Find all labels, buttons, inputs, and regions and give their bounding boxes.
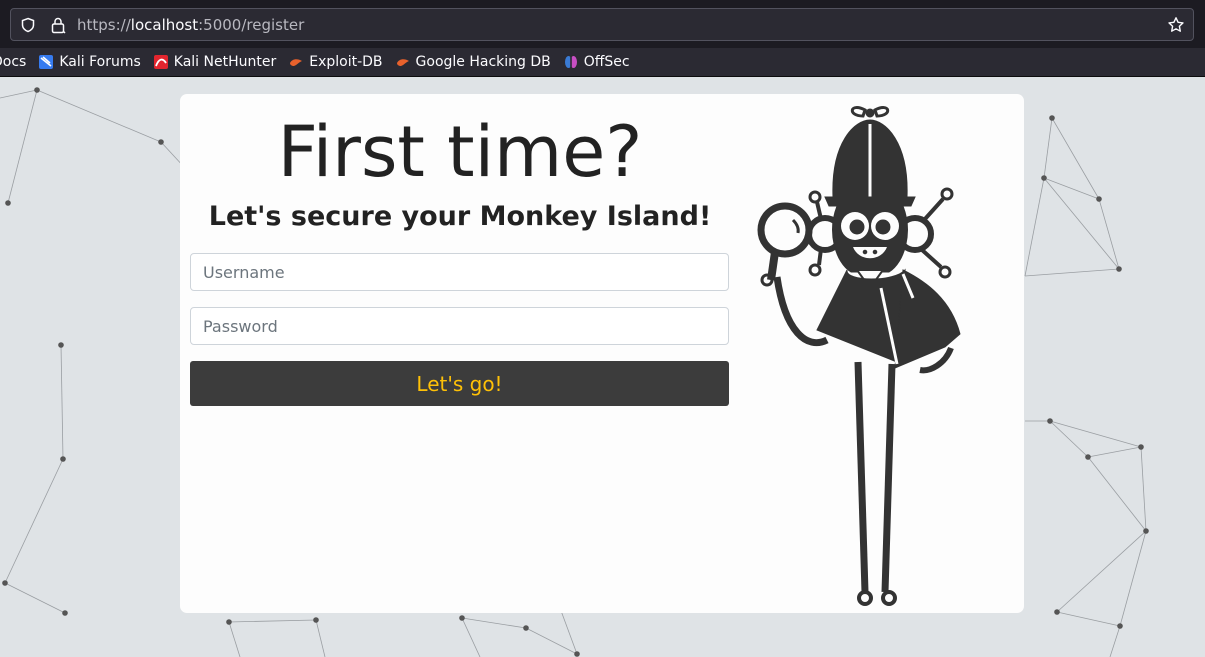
kali-forums-icon: [38, 54, 54, 70]
bookmark-label: Google Hacking DB: [415, 54, 551, 70]
bookmark-offsec[interactable]: OffSec: [557, 50, 636, 74]
page-viewport: First time? Let's secure your Monkey Isl…: [0, 78, 1205, 657]
bookmark-google-hacking-db[interactable]: Google Hacking DB: [389, 50, 557, 74]
bookmark-kali-nethunter[interactable]: Kali NetHunter: [147, 50, 282, 74]
register-card: First time? Let's secure your Monkey Isl…: [180, 94, 1024, 613]
bookmark-label: Exploit-DB: [309, 54, 383, 70]
kali-nethunter-icon: [153, 54, 169, 70]
bookmark-exploit-db[interactable]: Exploit-DB: [282, 50, 388, 74]
url-prefix: https://: [77, 15, 131, 34]
bookmark-kali-forums[interactable]: Kali Forums: [32, 50, 146, 74]
username-input[interactable]: [190, 253, 729, 291]
offsec-icon: [563, 54, 579, 70]
page-subtitle: Let's secure your Monkey Island!: [208, 201, 712, 232]
google-hacking-db-icon: [395, 54, 411, 70]
url-rest: :5000/register: [198, 15, 305, 34]
bookmarks-toolbar: Docs Kali Forums Kali NetHunter Exploit-…: [0, 48, 1205, 77]
url-text[interactable]: https://localhost:5000/register: [77, 16, 304, 34]
password-input[interactable]: [190, 307, 729, 345]
page-title: First time?: [277, 111, 643, 193]
url-host: localhost: [130, 15, 199, 34]
bookmark-label: OffSec: [583, 54, 630, 70]
submit-button[interactable]: Let's go!: [190, 361, 729, 406]
exploit-db-icon: [288, 54, 304, 70]
bookmark-docs[interactable]: Docs: [0, 50, 32, 74]
monkey-detective-mascot: [757, 106, 961, 606]
browser-toolbar: https://localhost:5000/register: [0, 0, 1205, 48]
shield-icon[interactable]: [17, 14, 39, 36]
address-bar[interactable]: https://localhost:5000/register: [10, 8, 1194, 41]
bookmark-label: Kali Forums: [59, 54, 141, 70]
lock-icon[interactable]: [47, 14, 69, 36]
bookmark-star-icon[interactable]: [1165, 14, 1187, 36]
bookmark-label: Docs: [0, 54, 27, 70]
bookmark-label: Kali NetHunter: [173, 54, 277, 70]
